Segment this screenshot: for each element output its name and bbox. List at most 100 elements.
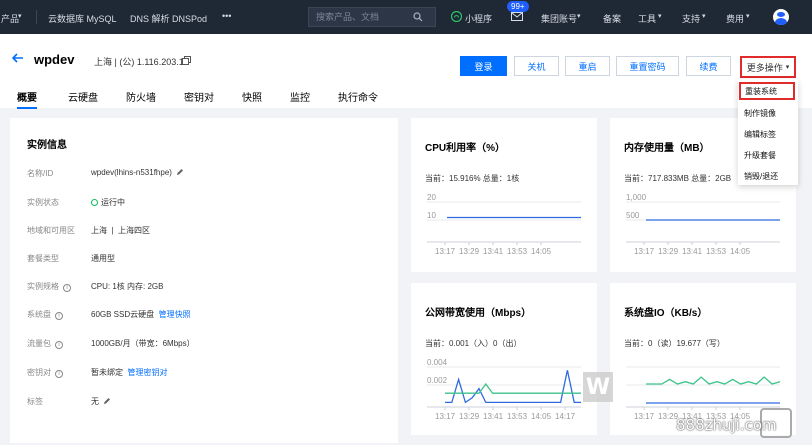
nav-more-icon[interactable]: ••• [222,11,231,21]
row-label-traffic: 流量包 i [27,338,63,349]
row-label-system-disk: 系统盘 i [27,309,63,320]
key-pair-info-icon[interactable]: i [55,370,63,378]
nav-mysql[interactable]: 云数据库 MySQL [48,12,117,25]
row-value-traffic: 1000GB/月（带宽：6Mbps） [91,339,195,348]
row-value-system-disk: 60GB SSD云硬盘 管理快照 [91,309,191,320]
nav-fees-chevron-icon[interactable]: ▾ [746,12,750,20]
reset-password-button[interactable]: 重置密码 [616,56,679,76]
key-pair-value: 暂未绑定 [91,368,123,377]
tab-cloud-disk[interactable]: 云硬盘 [68,89,98,104]
page-title: wpdev [34,52,75,67]
manage-key-pair-link[interactable]: 管理密钥对 [127,368,167,377]
x-tick-label: 14:05 [531,247,552,256]
search-box[interactable] [308,7,436,27]
instance-header: wpdev 上海 | (公) 1.116.203.18 登录 关机 重启 重置密… [0,34,812,109]
key-pair-label-text: 密钥对 [27,368,51,377]
edit-tags-icon[interactable] [103,397,111,405]
x-tick-label: 13:29 [459,412,480,421]
row-value-spec: CPU: 1核 内存: 2GB [91,282,164,291]
nav-products-chevron-icon[interactable]: ▾ [18,12,22,20]
menu-item-create-image[interactable]: 制作镜像 [744,108,776,119]
nav-beian[interactable]: 备案 [603,12,621,25]
x-tick-label: 13:17 [634,247,655,256]
copy-icon[interactable] [182,56,191,65]
menu-item-upgrade-plan[interactable]: 升级套餐 [744,150,776,161]
nav-support-chevron-icon[interactable]: ▾ [702,12,706,20]
shutdown-button[interactable]: 关机 [514,56,559,76]
y-tick-label: 20 [427,193,436,202]
traffic-label-text: 流量包 [27,339,51,348]
bandwidth-current-value: 当前：0.001（入）0（出） [425,339,522,348]
miniprogram-icon[interactable] [451,11,462,22]
nav-divider [36,10,37,24]
manage-snapshots-link[interactable]: 管理快照 [159,310,191,319]
instance-info-card: 实例信息 名称/ID wpdev(lhins-n531fhpe) 实例状态 运行… [10,118,398,443]
watermark-logo-icon: W [583,372,613,402]
x-tick-label: 13:29 [658,247,679,256]
nav-products[interactable]: 产品 [1,12,19,25]
instance-info-title: 实例信息 [27,140,67,151]
series-line [646,376,781,385]
row-value-name-id: wpdev(lhins-n531fhpe) [91,168,184,177]
y-tick-label: 1,000 [626,193,647,202]
x-tick-label: 13:41 [483,247,504,256]
bandwidth-chart-card: 公网带宽使用（Mbps） 当前：0.001（入）0（出） 0.004 0.002 1… [411,283,597,435]
traffic-info-icon[interactable]: i [55,341,63,349]
top-navigation-bar: 产品 ▾ 云数据库 MySQL DNS 解析 DNSPod ••• 小程序 99… [0,0,812,34]
x-tick-label: 14:05 [730,247,751,256]
search-input[interactable] [309,12,413,22]
spec-info-icon[interactable]: i [63,284,71,292]
system-disk-info-icon[interactable]: i [55,312,63,320]
renew-button[interactable]: 续费 [686,56,731,76]
system-disk-value: 60GB SSD云硬盘 [91,310,155,319]
nav-tools-chevron-icon[interactable]: ▾ [658,12,662,20]
cpu-usage-chart[interactable]: 20 10 13:17 13:29 13:41 13:53 14:05 [411,190,597,262]
y-tick-label: 10 [427,211,436,220]
cpu-chart-title: CPU利用率（%） [425,143,506,154]
user-avatar-icon[interactable] [773,9,789,25]
chevron-down-icon: ▾ [785,64,790,71]
nav-dnspod[interactable]: DNS 解析 DNSPod [130,12,207,25]
row-label-spec: 实例规格 i [27,281,71,292]
menu-item-reinstall-system[interactable]: 重装系统 [739,82,795,100]
watermark-text: 888zhuji.com [676,416,777,434]
restart-button[interactable]: 重启 [565,56,610,76]
nav-miniprogram[interactable]: 小程序 [465,12,492,25]
tab-run-command[interactable]: 执行命令 [338,89,378,104]
tab-key-pair[interactable]: 密钥对 [184,89,214,104]
bandwidth-chart-title: 公网带宽使用（Mbps） [425,308,532,319]
mail-icon[interactable] [511,12,523,21]
tab-overview[interactable]: 概要 [17,89,37,109]
menu-item-destroy-return[interactable]: 销毁/退还 [744,171,778,182]
memory-usage-chart[interactable]: 1,000 500 13:17 13:29 13:41 13:53 14:05 [610,190,796,262]
row-value-key-pair: 暂未绑定 管理密钥对 [91,367,167,378]
bandwidth-usage-chart[interactable]: 0.004 0.002 13:17 13:29 13:41 13:53 14:05 14:17 [411,355,597,427]
more-actions-dropdown: 重装系统 制作镜像 编辑标签 升级套餐 销毁/退还 [738,79,798,185]
row-label-name-id: 名称/ID [27,169,54,178]
edit-name-icon[interactable] [176,168,184,176]
nav-support[interactable]: 支持 [682,12,700,25]
x-tick-label: 13:53 [507,412,528,421]
x-tick-label: 13:41 [483,412,504,421]
nav-account[interactable]: 集团账号 [541,12,577,25]
x-tick-label: 13:17 [634,412,655,421]
menu-item-edit-tags[interactable]: 编辑标签 [744,129,776,140]
nav-fees[interactable]: 费用 [726,12,744,25]
row-label-region: 地域和可用区 [27,226,75,235]
tab-firewall[interactable]: 防火墙 [126,89,156,104]
instance-location-ip: 上海 | (公) 1.116.203.18 [94,57,189,67]
login-button[interactable]: 登录 [460,56,507,76]
instance-status: 运行中 [101,198,125,207]
nav-tools[interactable]: 工具 [638,12,656,25]
back-arrow-icon[interactable] [12,53,24,63]
row-label-key-pair: 密钥对 i [27,367,63,378]
tab-snapshot[interactable]: 快照 [242,89,262,104]
search-icon[interactable] [413,12,423,22]
more-actions-button[interactable]: 更多操作 ▾ [740,56,796,78]
row-label-tags: 标签 [27,397,43,406]
x-tick-label: 13:53 [706,247,727,256]
x-tick-label: 13:41 [682,247,703,256]
x-tick-label: 13:17 [435,412,456,421]
tab-monitoring[interactable]: 监控 [290,89,310,104]
nav-account-chevron-icon[interactable]: ▾ [577,12,581,20]
